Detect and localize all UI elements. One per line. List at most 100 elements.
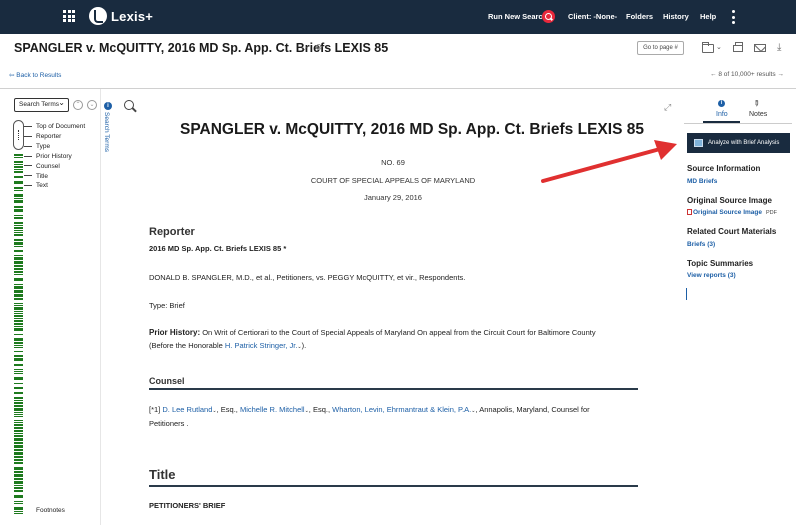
hit-marker[interactable] (14, 490, 23, 492)
hit-marker[interactable] (14, 402, 23, 404)
hit-marker[interactable] (14, 487, 23, 489)
hit-marker[interactable] (14, 345, 23, 346)
briefs-link[interactable]: Briefs (3) (687, 241, 715, 248)
hit-marker[interactable] (14, 438, 23, 441)
hit-marker[interactable] (14, 265, 23, 267)
hit-marker[interactable] (14, 503, 23, 504)
hit-marker[interactable] (14, 171, 23, 173)
hit-marker[interactable] (14, 242, 23, 245)
hit-marker[interactable] (14, 456, 23, 458)
hit-marker[interactable] (14, 364, 23, 366)
expand-icon[interactable]: ⤢ (664, 102, 671, 113)
hit-marker[interactable] (14, 274, 23, 275)
hit-marker[interactable] (14, 286, 23, 289)
hit-marker[interactable] (14, 225, 23, 226)
hit-marker[interactable] (14, 347, 23, 348)
hit-marker[interactable] (14, 209, 23, 212)
hit-marker[interactable] (14, 166, 23, 168)
hit-marker[interactable] (14, 215, 23, 216)
next-result-icon[interactable]: → (777, 71, 784, 78)
original-image-link[interactable]: Original Source Image (693, 209, 762, 216)
hit-marker[interactable] (14, 501, 23, 502)
hit-marker[interactable] (14, 326, 23, 327)
hit-density-bar[interactable] (13, 120, 24, 520)
outline-item[interactable]: Reporter (36, 132, 85, 142)
hit-marker[interactable] (14, 194, 23, 197)
hit-marker[interactable] (14, 412, 23, 413)
hit-marker[interactable] (14, 187, 23, 189)
hit-marker[interactable] (14, 181, 23, 184)
hit-marker[interactable] (14, 190, 23, 191)
outline-item[interactable]: Prior History (36, 152, 85, 162)
hit-marker[interactable] (14, 471, 23, 473)
hit-marker[interactable] (14, 397, 23, 399)
hit-marker[interactable] (14, 290, 23, 293)
hit-marker[interactable] (14, 246, 23, 247)
hit-marker[interactable] (14, 255, 23, 256)
hit-marker[interactable] (14, 435, 23, 437)
hit-marker[interactable] (14, 405, 23, 407)
counsel-link-mitchell[interactable]: Michelle R. Mitchell (240, 405, 305, 414)
md-briefs-link[interactable]: MD Briefs (687, 178, 717, 185)
help-link[interactable]: Help (700, 12, 716, 21)
hit-marker[interactable] (14, 427, 23, 429)
hit-marker[interactable] (14, 206, 23, 208)
hit-marker[interactable] (14, 200, 23, 203)
hit-marker[interactable] (14, 430, 23, 432)
hit-marker[interactable] (14, 478, 23, 480)
hit-marker[interactable] (14, 400, 23, 401)
hit-marker[interactable] (14, 298, 23, 300)
hit-marker[interactable] (14, 315, 23, 317)
hit-marker[interactable] (14, 414, 23, 415)
folder-chevron-icon[interactable]: ⌄ (716, 43, 722, 51)
hit-marker[interactable] (14, 278, 23, 281)
run-new-search-link[interactable]: Run New Search (488, 12, 547, 21)
hit-marker[interactable] (14, 257, 23, 260)
hit-marker[interactable] (14, 377, 23, 380)
hit-marker[interactable] (14, 307, 23, 310)
hit-marker[interactable] (14, 198, 23, 199)
hit-marker[interactable] (14, 261, 23, 264)
counsel-link-firm[interactable]: Wharton, Levin, Ehrmantraut & Klein, P.A… (332, 405, 471, 414)
hit-marker[interactable] (14, 449, 23, 451)
hit-marker[interactable] (14, 442, 23, 444)
outline-item[interactable]: Text (36, 181, 85, 191)
search-terms-select[interactable]: Search Terms (14, 97, 69, 112)
chevron-down-icon[interactable]: ⌵ (301, 42, 308, 53)
hit-marker[interactable] (14, 474, 23, 477)
hit-marker[interactable] (14, 313, 23, 314)
hit-marker[interactable] (14, 485, 23, 486)
hit-marker[interactable] (14, 232, 23, 233)
hit-marker[interactable] (14, 342, 23, 344)
hit-marker[interactable] (14, 408, 23, 411)
folders-link[interactable]: Folders (626, 12, 653, 21)
hit-marker[interactable] (14, 303, 23, 304)
hit-marker[interactable] (14, 234, 23, 236)
hit-marker[interactable] (14, 227, 23, 229)
info-tab-icon[interactable]: i (718, 100, 725, 107)
hit-marker[interactable] (14, 452, 23, 455)
prev-result-icon[interactable]: ← (710, 71, 717, 78)
hit-marker[interactable] (14, 355, 23, 357)
view-reports-link[interactable]: View reports (3) (687, 272, 736, 279)
hit-marker[interactable] (14, 222, 23, 224)
hit-marker[interactable] (14, 305, 23, 306)
pencil-icon[interactable]: ✎ (751, 98, 762, 109)
hit-marker[interactable] (14, 328, 23, 331)
lexis-logo[interactable]: Lexis+ (89, 7, 153, 25)
hit-marker[interactable] (14, 176, 23, 178)
hit-marker[interactable] (14, 481, 23, 484)
hit-marker[interactable] (14, 284, 23, 285)
hit-marker[interactable] (14, 250, 23, 252)
hit-marker[interactable] (14, 164, 23, 165)
hit-marker[interactable] (14, 358, 23, 361)
hit-marker[interactable] (14, 507, 23, 510)
outline-item[interactable]: Title (36, 172, 85, 182)
outline-footnotes[interactable]: Footnotes (36, 507, 65, 514)
judge-link[interactable]: H. Patrick Stringer, Jr. (225, 341, 298, 350)
hit-marker[interactable] (14, 239, 23, 241)
outline-item[interactable]: Counsel (36, 162, 85, 172)
run-search-icon[interactable] (542, 10, 555, 23)
hit-marker[interactable] (14, 318, 23, 319)
email-icon[interactable] (754, 44, 766, 52)
